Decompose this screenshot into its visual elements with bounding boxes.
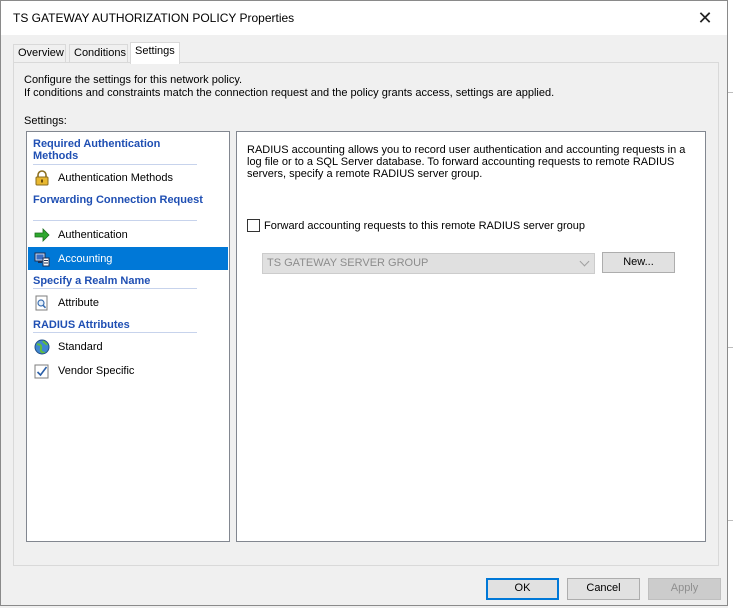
nav-item-label: Vendor Specific [58, 364, 135, 377]
settings-nav-pane: Required Authentication Methods Authenti… [26, 131, 230, 542]
panel-description-line2: If conditions and constraints match the … [24, 87, 555, 99]
settings-tab-panel: Configure the settings for this network … [13, 62, 719, 566]
forward-accounting-label[interactable]: Forward accounting requests to this remo… [264, 220, 585, 232]
close-button[interactable]: ✕ [683, 1, 727, 35]
section-divider [33, 332, 197, 333]
background-window-edge [728, 0, 733, 608]
nav-item-label: Attribute [58, 296, 99, 309]
nav-item-authentication[interactable]: Authentication [28, 223, 228, 246]
nav-item-attribute[interactable]: Attribute [28, 291, 228, 314]
checkmark-document-icon [34, 363, 50, 379]
panel-description-line1: Configure the settings for this network … [24, 74, 243, 86]
section-header-radius-attributes: RADIUS Attributes [33, 319, 130, 331]
section-header-required-auth: Required Authentication Methods [33, 138, 161, 162]
nav-item-label: Standard [58, 340, 103, 353]
edge-tick [728, 520, 733, 521]
panel-description: Configure the settings for this network … [24, 74, 554, 100]
accounting-description: RADIUS accounting allows you to record u… [247, 144, 686, 180]
lock-icon [34, 169, 50, 186]
globe-icon [34, 339, 50, 355]
forward-accounting-row: Forward accounting requests to this remo… [247, 219, 585, 232]
edge-tick [728, 347, 733, 348]
section-divider [33, 220, 197, 221]
settings-label: Settings: [24, 115, 67, 127]
magnifier-document-icon [34, 295, 50, 311]
tab-overview[interactable]: Overview [13, 44, 66, 63]
chevron-down-icon [579, 256, 590, 267]
nav-item-accounting[interactable]: Accounting [28, 247, 228, 270]
cancel-button[interactable]: Cancel [567, 578, 640, 600]
new-server-group-button[interactable]: New... [602, 252, 675, 273]
accounting-computer-icon [34, 251, 50, 267]
edge-tick [728, 92, 733, 93]
section-divider [33, 288, 197, 289]
section-header-forwarding: Forwarding Connection Request [33, 194, 203, 206]
nav-item-standard[interactable]: Standard [28, 335, 228, 358]
section-divider [33, 164, 197, 165]
accounting-settings-pane: RADIUS accounting allows you to record u… [236, 131, 706, 542]
tab-conditions[interactable]: Conditions [69, 44, 128, 63]
section-header-realm: Specify a Realm Name [33, 275, 151, 287]
server-group-value: TS GATEWAY SERVER GROUP [267, 257, 429, 269]
nav-item-vendor-specific[interactable]: Vendor Specific [28, 359, 228, 382]
nav-item-label: Authentication [58, 228, 128, 241]
tab-settings[interactable]: Settings [130, 42, 180, 64]
nav-item-authentication-methods[interactable]: Authentication Methods [28, 166, 228, 189]
nav-item-label: Accounting [58, 252, 113, 265]
window-title: TS GATEWAY AUTHORIZATION POLICY Properti… [13, 11, 295, 25]
ok-button[interactable]: OK [486, 578, 559, 600]
apply-button[interactable]: Apply [648, 578, 721, 600]
title-bar: TS GATEWAY AUTHORIZATION POLICY Properti… [1, 1, 727, 35]
nav-item-label: Authentication Methods [58, 171, 173, 184]
forward-accounting-checkbox[interactable] [247, 219, 260, 232]
green-arrow-icon [34, 227, 50, 243]
server-group-select[interactable]: TS GATEWAY SERVER GROUP [262, 253, 595, 274]
properties-dialog: TS GATEWAY AUTHORIZATION POLICY Properti… [0, 0, 728, 606]
